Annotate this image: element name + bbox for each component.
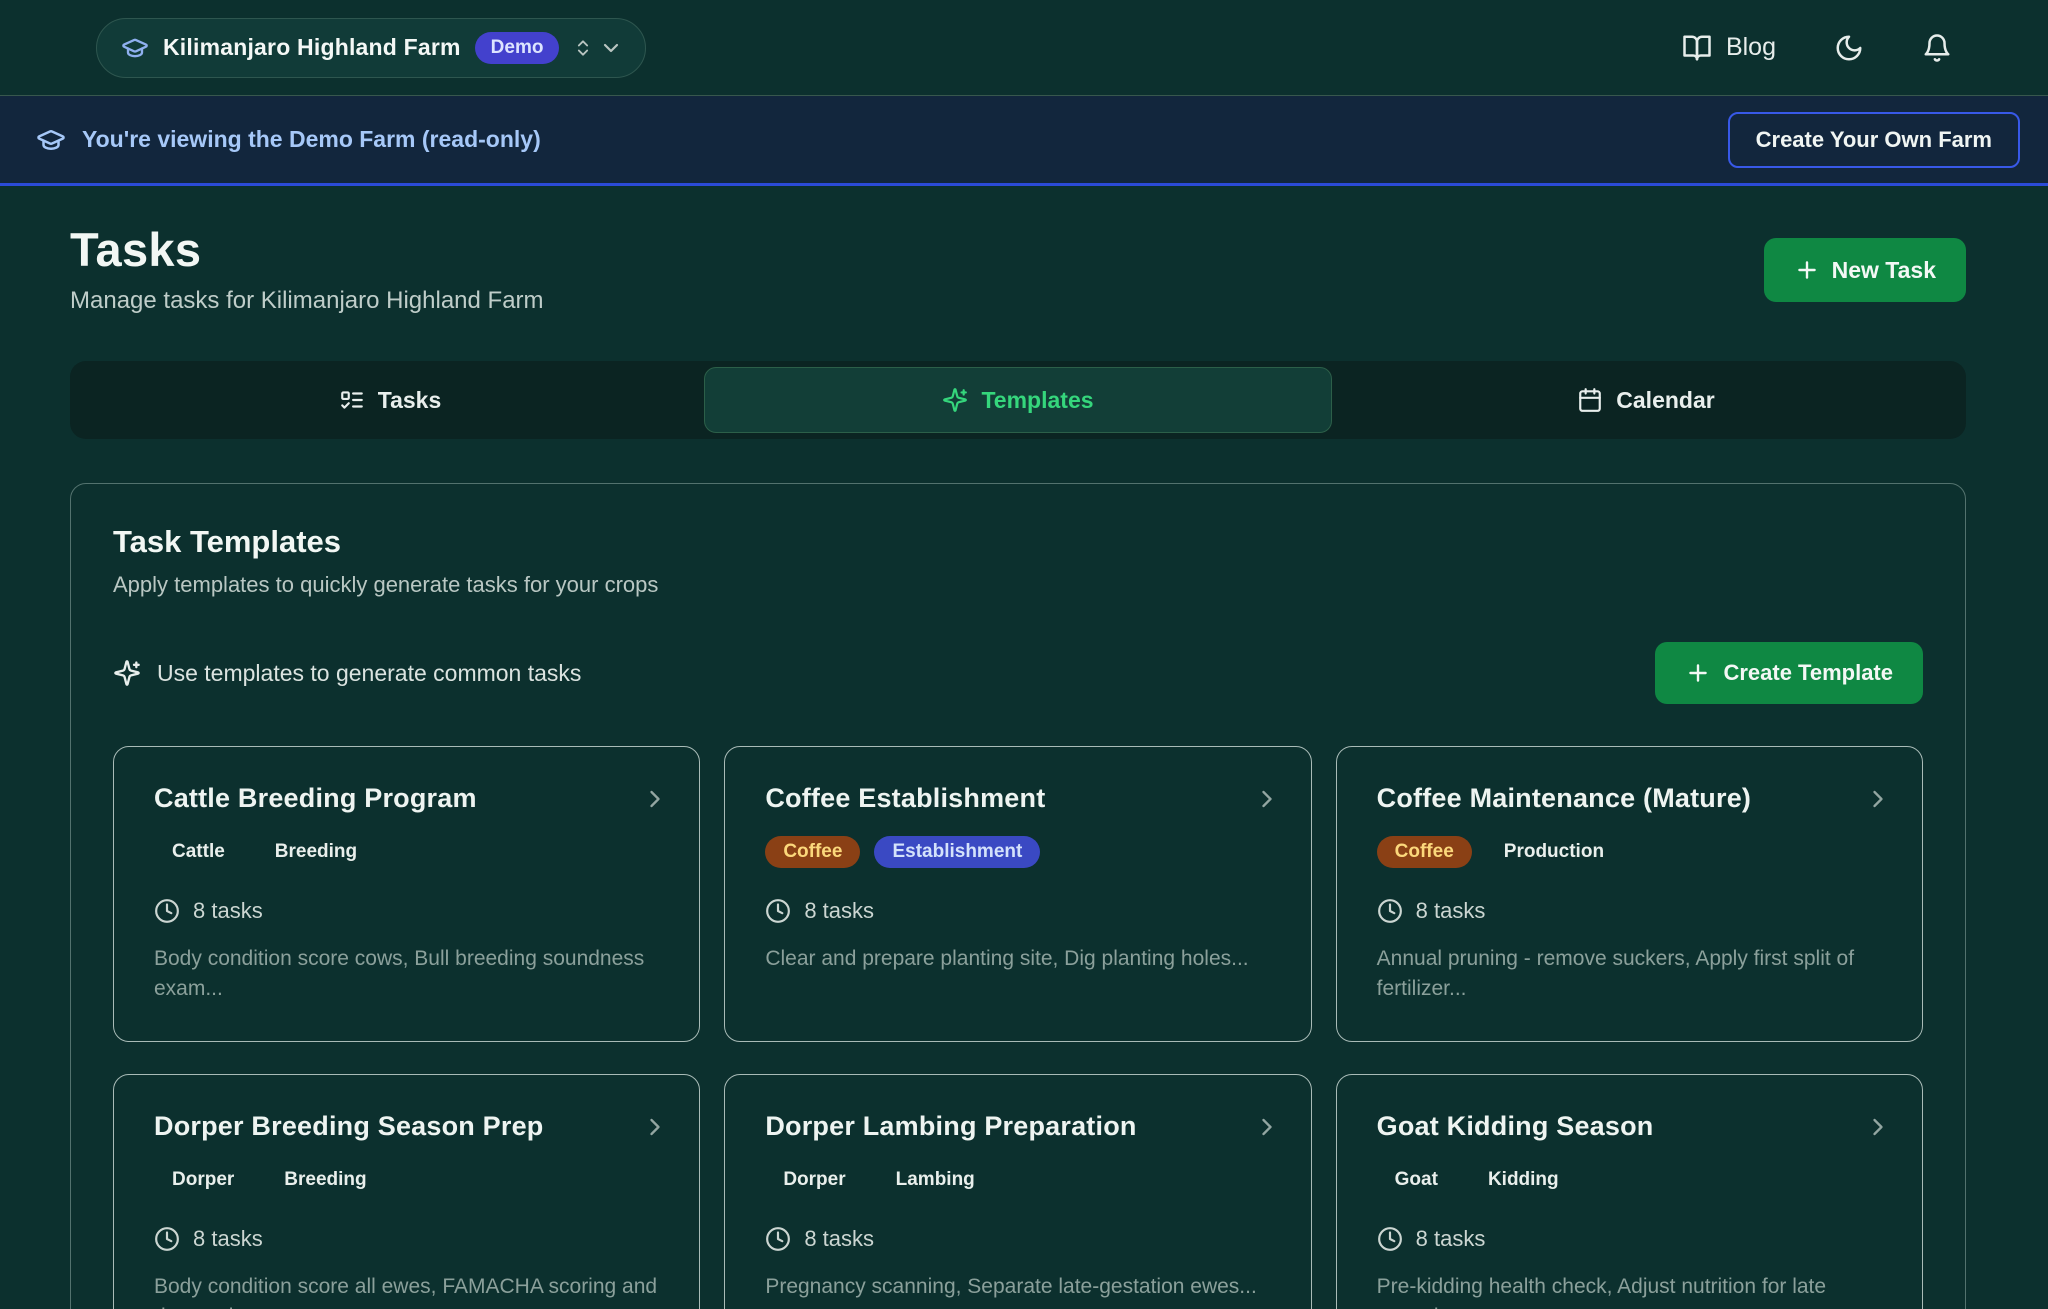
template-card[interactable]: Coffee Maintenance (Mature) Coffee Produc…: [1336, 746, 1923, 1042]
template-task-count: 8 tasks: [193, 1226, 263, 1252]
template-task-count: 8 tasks: [1416, 898, 1486, 924]
task-templates-section: Task Templates Apply templates to quickl…: [70, 483, 1966, 1309]
template-badge: Breeding: [257, 836, 375, 868]
blog-label: Blog: [1726, 33, 1776, 62]
template-description: Pre-kidding health check, Adjust nutriti…: [1377, 1272, 1882, 1309]
template-card[interactable]: Cattle Breeding Program Cattle Breeding 8…: [113, 746, 700, 1042]
template-badge: Dorper: [765, 1164, 863, 1196]
template-card[interactable]: Dorper Lambing Preparation Dorper Lambing…: [724, 1074, 1311, 1309]
notifications-button[interactable]: [1922, 33, 1952, 63]
template-description: Body condition score cows, Bull breeding…: [154, 944, 659, 1005]
plus-icon: [1794, 257, 1820, 283]
template-badge: Production: [1486, 836, 1622, 868]
template-card[interactable]: Goat Kidding Season GoatKidding 8 tasks …: [1336, 1074, 1923, 1309]
template-title: Dorper Breeding Season Prep: [154, 1111, 659, 1142]
chevron-right-icon: [1253, 1113, 1281, 1141]
templates-hint: Use templates to generate common tasks: [157, 660, 581, 687]
template-description: Body condition score all ewes, FAMACHA s…: [154, 1272, 659, 1309]
calendar-icon: [1577, 387, 1603, 413]
template-description: Pregnancy scanning, Separate late-gestat…: [765, 1272, 1270, 1302]
main-content: Tasks Manage tasks for Kilimanjaro Highl…: [0, 186, 2048, 1309]
template-title: Dorper Lambing Preparation: [765, 1111, 1270, 1142]
bell-icon: [1922, 33, 1952, 63]
theme-toggle-button[interactable]: [1834, 33, 1864, 63]
demo-badge: Demo: [475, 32, 560, 64]
clock-icon: [1377, 1226, 1403, 1252]
create-your-own-farm-button[interactable]: Create Your Own Farm: [1728, 112, 2020, 168]
template-title: Cattle Breeding Program: [154, 783, 659, 814]
template-badges: Dorper Lambing: [765, 1164, 1270, 1196]
template-cards-grid: Cattle Breeding Program Cattle Breeding 8…: [113, 746, 1923, 1309]
page-title: Tasks: [70, 222, 544, 277]
template-task-count: 8 tasks: [804, 898, 874, 924]
chevron-right-icon: [641, 785, 669, 813]
book-open-icon: [1682, 33, 1712, 63]
clock-icon: [154, 1226, 180, 1252]
clock-icon: [765, 1226, 791, 1252]
clock-icon: [154, 898, 180, 924]
template-badge: Cattle: [154, 836, 243, 868]
chevrons-up-down-icon: [573, 38, 593, 58]
template-badge: Establishment: [874, 836, 1040, 868]
template-badges: Goat Kidding: [1377, 1164, 1882, 1196]
new-task-button[interactable]: New Task: [1764, 238, 1966, 302]
list-todo-icon: [339, 387, 365, 413]
template-badges: Dorper Breeding: [154, 1164, 659, 1196]
graduation-cap-icon: [121, 34, 149, 62]
template-description: Clear and prepare planting site, Dig pla…: [765, 944, 1270, 974]
template-badge: Breeding: [266, 1164, 384, 1196]
template-badges: Coffee Production: [1377, 836, 1882, 868]
chevron-right-icon: [1864, 1113, 1892, 1141]
create-template-button[interactable]: Create Template: [1655, 642, 1923, 704]
graduation-cap-icon: [36, 125, 66, 155]
sparkles-icon: [942, 387, 968, 413]
template-title: Coffee Maintenance (Mature): [1377, 783, 1882, 814]
section-subtitle: Apply templates to quickly generate task…: [113, 572, 1923, 598]
template-badge: Coffee: [1377, 836, 1472, 868]
template-badges: Coffee Establishment: [765, 836, 1270, 868]
tab-calendar[interactable]: Calendar: [1332, 367, 1960, 433]
page-subtitle: Manage tasks for Kilimanjaro Highland Fa…: [70, 287, 544, 315]
banner-message: You're viewing the Demo Farm (read-only): [82, 126, 541, 153]
chevron-right-icon: [1864, 785, 1892, 813]
template-badge: Lambing: [878, 1164, 993, 1196]
template-task-count: 8 tasks: [804, 1226, 874, 1252]
farm-name: Kilimanjaro Highland Farm: [163, 34, 461, 61]
template-badges: Cattle Breeding: [154, 836, 659, 868]
template-card[interactable]: Coffee Establishment Coffee Establishment…: [724, 746, 1311, 1042]
tab-templates[interactable]: Templates: [704, 367, 1332, 433]
plus-icon: [1685, 660, 1711, 686]
template-title: Goat Kidding Season: [1377, 1111, 1882, 1142]
template-badge: Dorper: [154, 1164, 252, 1196]
tab-tasks[interactable]: Tasks: [76, 367, 704, 433]
view-tabs: Tasks Templates Calendar: [70, 361, 1966, 439]
section-title: Task Templates: [113, 524, 1923, 560]
sparkles-icon: [113, 659, 141, 687]
clock-icon: [765, 898, 791, 924]
farm-selector[interactable]: Kilimanjaro Highland Farm Demo: [96, 18, 646, 78]
top-header: Kilimanjaro Highland Farm Demo Blog: [0, 0, 2048, 96]
template-task-count: 8 tasks: [1416, 1226, 1486, 1252]
template-title: Coffee Establishment: [765, 783, 1270, 814]
template-task-count: 8 tasks: [193, 898, 263, 924]
clock-icon: [1377, 898, 1403, 924]
chevron-right-icon: [641, 1113, 669, 1141]
blog-link[interactable]: Blog: [1682, 33, 1776, 63]
chevron-right-icon: [1253, 785, 1281, 813]
template-card[interactable]: Dorper Breeding Season Prep Dorper Breedi…: [113, 1074, 700, 1309]
demo-banner: You're viewing the Demo Farm (read-only)…: [0, 96, 2048, 186]
template-description: Annual pruning - remove suckers, Apply f…: [1377, 944, 1882, 1005]
chevron-down-icon: [599, 36, 623, 60]
moon-icon: [1834, 33, 1864, 63]
template-badge: Goat: [1377, 1164, 1456, 1196]
template-badge: Coffee: [765, 836, 860, 868]
template-badge: Kidding: [1470, 1164, 1577, 1196]
